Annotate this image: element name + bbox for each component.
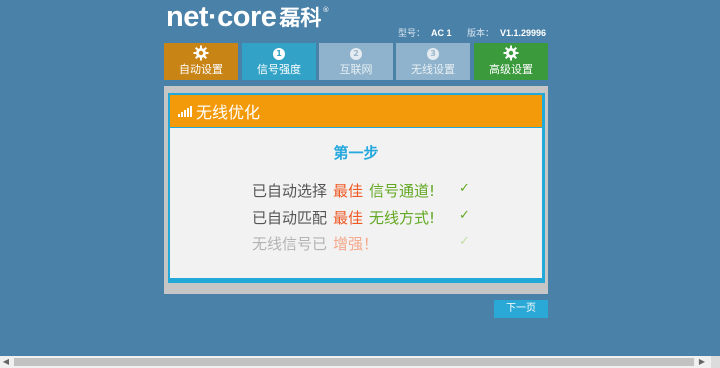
model-info: 型号： AC 1 bbox=[398, 26, 452, 39]
tab-auto-setup[interactable]: 自动设置 bbox=[164, 43, 238, 80]
tab-label: 自动设置 bbox=[179, 63, 223, 76]
signal-icon bbox=[178, 105, 192, 117]
tab-wireless-settings[interactable]: 3 无线设置 bbox=[396, 43, 470, 80]
row-highlight: 最佳 bbox=[333, 182, 364, 200]
model-value: AC 1 bbox=[431, 28, 452, 38]
scrollbar-thumb[interactable] bbox=[14, 358, 694, 366]
gear-icon bbox=[193, 45, 209, 61]
row-suffix: 信号通道! bbox=[369, 182, 436, 200]
result-row-channel: 已自动选择 最佳 信号通道! bbox=[252, 180, 441, 201]
check-icon: ✓ bbox=[459, 234, 470, 249]
version-info: 版本： V1.1.29996 bbox=[467, 26, 546, 39]
netcore-logo: net·core 磊科 ® bbox=[166, 2, 329, 32]
result-row-signal: 无线信号已 增强！ bbox=[252, 233, 384, 254]
result-row-mode: 已自动匹配 最佳 无线方式! bbox=[252, 207, 441, 228]
panel-title: 无线优化 bbox=[196, 103, 261, 122]
row-prefix: 已自动匹配 bbox=[252, 209, 328, 227]
panel-header: 无线优化 bbox=[170, 95, 542, 127]
tab-signal-strength[interactable]: 1 信号强度 bbox=[242, 43, 316, 80]
tab-label: 互联网 bbox=[339, 63, 373, 76]
tab-label: 高级设置 bbox=[489, 63, 533, 76]
row-prefix: 已自动选择 bbox=[252, 182, 328, 200]
tab-label: 无线设置 bbox=[411, 63, 455, 76]
next-page-button[interactable]: 下一页 bbox=[494, 300, 548, 318]
tab-advanced-settings[interactable]: 高级设置 bbox=[474, 43, 548, 80]
gear-icon bbox=[503, 45, 519, 61]
tab-label: 信号强度 bbox=[257, 63, 301, 76]
scroll-left-arrow-icon[interactable]: ◀ bbox=[2, 356, 10, 368]
tab-internet[interactable]: 2 互联网 bbox=[319, 43, 393, 80]
check-icon: ✓ bbox=[459, 208, 470, 223]
row-suffix: 无线方式! bbox=[369, 209, 436, 227]
scroll-right-arrow-icon[interactable]: ▶ bbox=[697, 356, 707, 368]
horizontal-scrollbar[interactable]: ◀ ▶ bbox=[0, 356, 711, 368]
step-number-3: 3 bbox=[427, 48, 439, 60]
scrollbar-corner bbox=[711, 356, 720, 368]
step-title: 第一步 bbox=[333, 144, 379, 162]
brand-name-cn: 磊科 bbox=[279, 6, 322, 30]
version-value: V1.1.29996 bbox=[500, 28, 547, 38]
check-icon: ✓ bbox=[459, 181, 470, 196]
brand-name-en: net·core bbox=[166, 1, 277, 33]
version-label: 版本： bbox=[467, 28, 495, 38]
row-highlight: 增强！ bbox=[333, 235, 379, 253]
model-label: 型号： bbox=[398, 28, 426, 38]
step-number-2: 2 bbox=[350, 48, 362, 60]
registered-mark: ® bbox=[322, 6, 330, 14]
step-number-1: 1 bbox=[273, 48, 285, 60]
row-highlight: 最佳 bbox=[333, 209, 364, 227]
vertical-scroll-area bbox=[711, 0, 720, 356]
row-prefix: 无线信号已 bbox=[252, 235, 328, 253]
wizard-tabs: 自动设置 1 信号强度 2 互联网 3 无线设置 高级设置 bbox=[164, 43, 548, 80]
